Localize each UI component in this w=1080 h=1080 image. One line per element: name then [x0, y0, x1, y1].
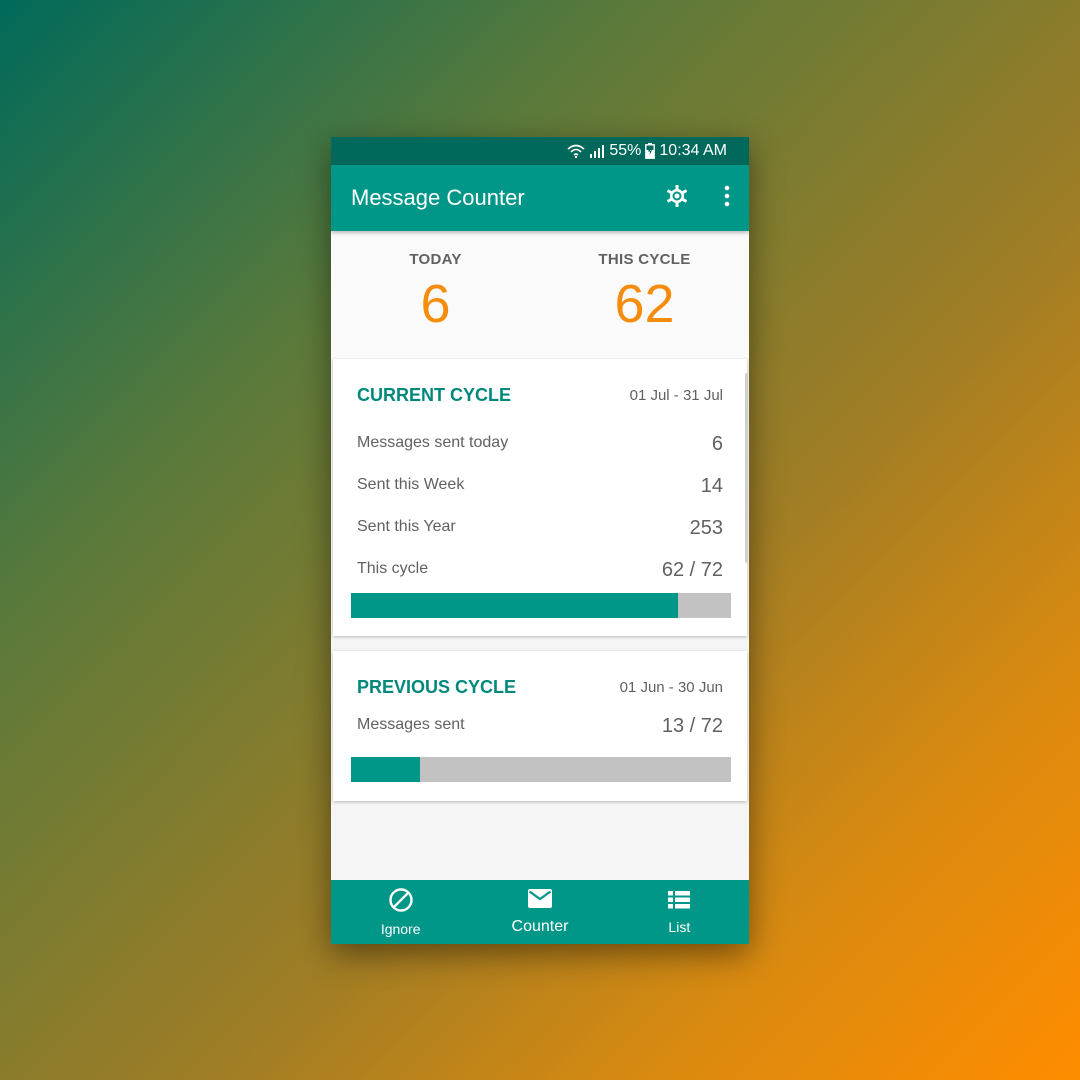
stat-label: Sent this Year [357, 518, 456, 535]
block-icon [388, 887, 414, 918]
mail-icon [527, 888, 553, 915]
app-title: Message Counter [351, 185, 525, 210]
clock: 10:34 AM [659, 142, 727, 159]
stat-label: Messages sent [357, 716, 465, 733]
current-cycle-progress-bar [351, 593, 731, 618]
stat-value: 14 [700, 475, 723, 497]
today-count: 6 [420, 274, 451, 334]
nav-ignore-label: Ignore [380, 921, 421, 937]
today-summary: TODAY 6 [331, 251, 540, 359]
overflow-menu-button[interactable] [707, 178, 747, 218]
today-label: TODAY [409, 251, 462, 268]
this-cycle-count: 62 [614, 274, 675, 334]
battery-percent: 55% [609, 142, 642, 159]
previous-cycle-progress-bar [351, 757, 731, 782]
wifi-icon [567, 144, 585, 158]
stat-label: This cycle [357, 560, 429, 577]
stat-row-today: Messages sent today 6 [357, 416, 723, 458]
nav-list[interactable]: List [610, 880, 749, 944]
stat-value: 253 [689, 517, 723, 539]
previous-cycle-rows: Messages sent 13 / 72 [357, 698, 723, 740]
list-icon [667, 889, 691, 916]
bottom-navigation: Ignore Counter List [331, 880, 749, 944]
this-cycle-label: THIS CYCLE [598, 251, 691, 268]
gear-icon [665, 184, 689, 213]
stat-row-cycle: This cycle 62 / 72 [357, 542, 723, 584]
signal-icon [589, 144, 605, 158]
current-cycle-dates: 01 Jul - 31 Jul [629, 387, 723, 404]
current-cycle-rows: Messages sent today 6 Sent this Week 14 … [357, 416, 723, 584]
stat-value: 13 / 72 [661, 715, 723, 737]
previous-cycle-header: PREVIOUS CYCLE 01 Jun - 30 Jun [357, 677, 723, 698]
battery-icon [645, 143, 656, 159]
cycle-summary: THIS CYCLE 62 [540, 251, 749, 359]
previous-cycle-progress-fill [351, 757, 420, 782]
current-cycle-card: CURRENT CYCLE 01 Jul - 31 Jul Messages s… [333, 359, 747, 636]
stat-label: Messages sent today [357, 434, 509, 451]
nav-ignore[interactable]: Ignore [331, 880, 470, 944]
settings-button[interactable] [657, 178, 697, 218]
stat-row-year: Sent this Year 253 [357, 500, 723, 542]
previous-cycle-card: PREVIOUS CYCLE 01 Jun - 30 Jun Messages … [333, 651, 747, 801]
summary-panel: TODAY 6 THIS CYCLE 62 [331, 231, 749, 359]
nav-counter[interactable]: Counter [470, 880, 609, 944]
scrollbar[interactable] [745, 373, 748, 563]
nav-list-label: List [668, 919, 691, 935]
stat-value: 62 / 72 [661, 559, 723, 581]
previous-cycle-title: PREVIOUS CYCLE [357, 677, 517, 697]
more-vert-icon [724, 185, 730, 212]
current-cycle-progress-fill [351, 593, 679, 618]
phone-screen: 55% 10:34 AM Message Counter TODAY 6 THI… [331, 137, 749, 944]
previous-cycle-dates: 01 Jun - 30 Jun [619, 679, 723, 696]
nav-counter-label: Counter [511, 918, 569, 935]
stat-label: Sent this Week [357, 476, 465, 493]
stat-value: 6 [711, 433, 723, 455]
stat-row-week: Sent this Week 14 [357, 458, 723, 500]
stat-row-messages-sent: Messages sent 13 / 72 [357, 698, 723, 740]
app-bar: Message Counter [331, 165, 749, 231]
current-cycle-header: CURRENT CYCLE 01 Jul - 31 Jul [357, 385, 723, 406]
status-bar: 55% 10:34 AM [331, 137, 749, 165]
current-cycle-title: CURRENT CYCLE [357, 385, 512, 405]
